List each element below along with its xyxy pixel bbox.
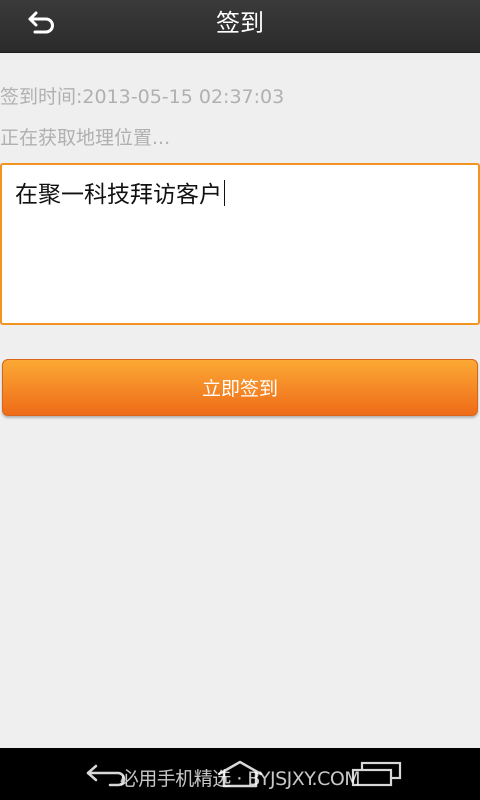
checkin-now-button[interactable]: 立即签到: [2, 359, 478, 416]
nav-home-icon: [213, 759, 267, 793]
system-navigation-bar: [0, 748, 480, 800]
checkin-time-text: 签到时间:2013-05-15 02:37:03: [0, 86, 285, 108]
nav-home-button[interactable]: [210, 758, 270, 794]
nav-back-button[interactable]: [78, 758, 138, 794]
note-input[interactable]: 在聚一科技拜访客户: [0, 163, 480, 325]
title-bar: 签到: [0, 0, 480, 53]
note-input-value: 在聚一科技拜访客户: [15, 175, 225, 209]
nav-recent-apps-icon: [348, 760, 404, 792]
page-title: 签到: [216, 9, 264, 37]
checkin-now-button-label: 立即签到: [201, 378, 278, 400]
text-cursor: [224, 180, 225, 206]
nav-recent-apps-button[interactable]: [346, 758, 406, 794]
nav-back-icon: [82, 761, 134, 791]
location-status-text: 正在获取地理位置...: [0, 127, 171, 149]
